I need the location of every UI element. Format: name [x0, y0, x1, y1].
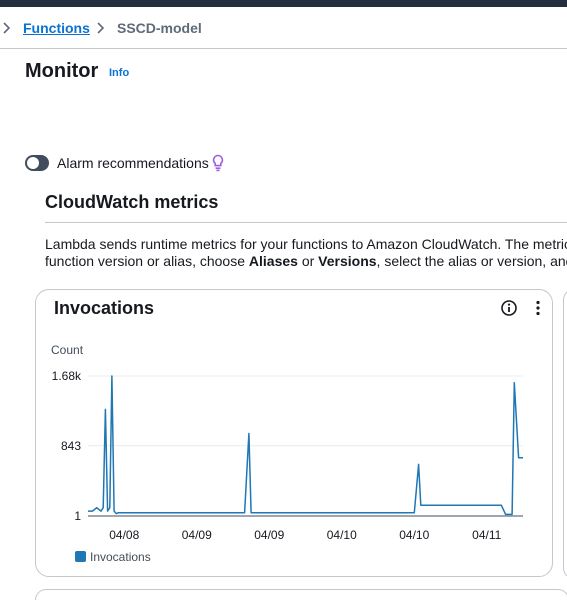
section-title: CloudWatch metrics	[45, 192, 219, 212]
info-circle-icon[interactable]	[501, 300, 517, 316]
breadcrumb-functions-link[interactable]: Functions	[23, 20, 90, 36]
description-aliases: Aliases	[248, 253, 298, 269]
description-line-2: function version or alias, choose Aliase…	[45, 253, 567, 270]
section-description: Lambda sends runtime metrics for your fu…	[45, 236, 567, 270]
toggle-knob	[27, 157, 39, 169]
page-title: Monitor	[25, 60, 99, 82]
x-tick-label: 04/09	[254, 528, 284, 542]
more-vertical-icon[interactable]	[534, 300, 542, 316]
y-axis-label: Count	[51, 343, 84, 357]
description-text: , select the alias or version, and	[376, 253, 567, 269]
info-link[interactable]: Info	[109, 67, 129, 79]
next-metric-card	[563, 289, 567, 579]
description-text: function version or alias, choose	[45, 253, 249, 269]
chevron-right-icon	[2, 21, 12, 37]
section-divider	[45, 222, 567, 223]
alarm-recommendations-toggle[interactable]	[25, 155, 49, 171]
x-tick-label: 04/10	[327, 528, 357, 542]
lightbulb-icon	[212, 154, 224, 177]
legend-swatch	[75, 551, 86, 562]
top-navigation-bar	[0, 0, 567, 7]
breadcrumb-current: SSCD-model	[117, 20, 202, 36]
description-versions: Versions	[318, 253, 377, 269]
legend-label[interactable]: Invocations	[90, 550, 151, 564]
header-divider	[0, 48, 567, 49]
y-tick-label: 1	[74, 509, 81, 523]
invocations-chart: Count 1.68k 843 1 04/08 04/09 04/09 04/10 04/10 0…	[51, 343, 523, 542]
next-metric-card	[35, 589, 567, 600]
x-tick-label: 04/10	[399, 528, 429, 542]
x-tick-label: 04/09	[182, 528, 212, 542]
x-tick-label: 04/11	[472, 528, 501, 542]
invocations-series-line	[88, 375, 523, 516]
chevron-right-icon	[96, 21, 106, 37]
chart-title: Invocations	[54, 298, 155, 318]
x-tick-label: 04/08	[109, 528, 139, 542]
description-text: or	[297, 253, 319, 269]
y-tick-label: 1.68k	[52, 369, 82, 383]
y-tick-label: 843	[61, 439, 81, 453]
alarm-recommendations-label: Alarm recommendations	[57, 155, 209, 171]
description-line-1: Lambda sends runtime metrics for your fu…	[45, 236, 567, 252]
